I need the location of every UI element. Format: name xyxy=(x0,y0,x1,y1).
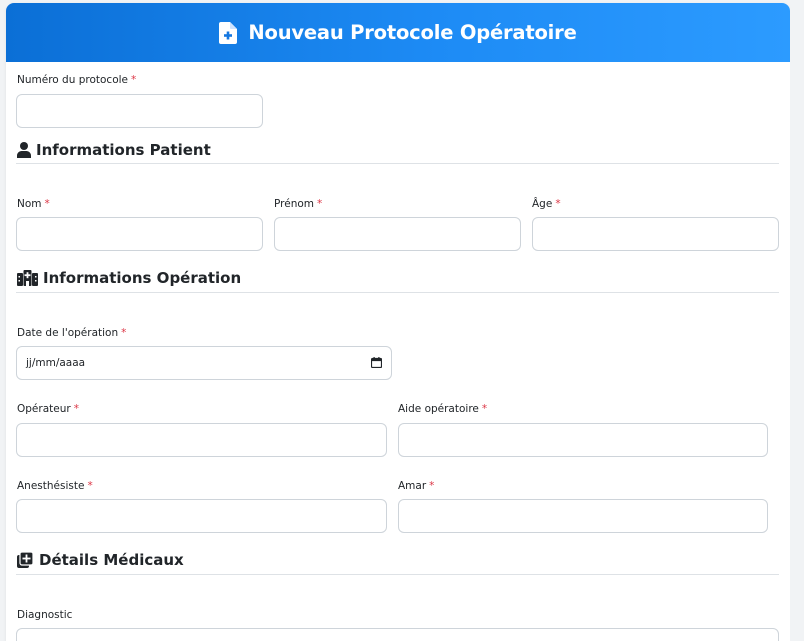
required-mark: * xyxy=(87,480,93,492)
operation-section-title: Informations Opération xyxy=(43,269,242,287)
date-placeholder: jj/mm/aaaa xyxy=(26,357,86,369)
anesthetist-label-text: Anesthésiste xyxy=(17,480,85,492)
section-divider xyxy=(16,574,779,575)
required-mark: * xyxy=(429,480,435,492)
protocol-number-label: Numéro du protocole * xyxy=(17,74,136,86)
operator-input[interactable] xyxy=(16,423,387,457)
hospital-icon xyxy=(17,270,38,286)
medical-section-title: Détails Médicaux xyxy=(39,551,184,569)
diagnostic-label: Diagnostic xyxy=(17,609,72,621)
protocol-number-input[interactable] xyxy=(16,94,263,128)
page-title: Nouveau Protocole Opératoire xyxy=(219,21,577,44)
diagnostic-input[interactable] xyxy=(16,628,779,641)
amar-label: Amar * xyxy=(398,480,434,492)
age-input[interactable] xyxy=(532,217,779,251)
operation-date-label: Date de l'opération * xyxy=(17,327,126,339)
required-mark: * xyxy=(44,198,50,210)
section-divider xyxy=(16,292,779,293)
section-divider xyxy=(16,163,779,164)
last-name-label-text: Nom xyxy=(17,198,42,210)
last-name-label: Nom * xyxy=(17,198,50,210)
operator-label: Opérateur * xyxy=(17,403,79,415)
protocol-form-card: Nouveau Protocole Opératoire Numéro du p… xyxy=(6,3,790,641)
age-label-text: Âge xyxy=(532,198,553,210)
amar-label-text: Amar xyxy=(398,480,427,492)
required-mark: * xyxy=(131,74,137,86)
patient-section-title: Informations Patient xyxy=(36,141,211,159)
required-mark: * xyxy=(317,198,323,210)
required-mark: * xyxy=(73,403,79,415)
diagnostic-label-text: Diagnostic xyxy=(17,609,73,621)
protocol-number-label-text: Numéro du protocole xyxy=(17,74,128,86)
operation-date-input[interactable]: jj/mm/aaaa xyxy=(16,346,392,380)
surgical-assistant-label: Aide opératoire * xyxy=(398,403,487,415)
operator-label-text: Opérateur xyxy=(17,403,71,415)
calendar-icon[interactable] xyxy=(371,357,382,368)
surgical-assistant-label-text: Aide opératoire xyxy=(398,403,479,415)
age-label: Âge * xyxy=(532,198,561,210)
required-mark: * xyxy=(121,327,127,339)
surgical-assistant-input[interactable] xyxy=(398,423,768,457)
amar-input[interactable] xyxy=(398,499,768,533)
notes-medical-icon xyxy=(17,552,33,568)
first-name-input[interactable] xyxy=(274,217,521,251)
required-mark: * xyxy=(481,403,488,415)
anesthetist-input[interactable] xyxy=(16,499,387,533)
operation-date-label-text: Date de l'opération xyxy=(17,327,119,339)
user-icon xyxy=(17,142,31,158)
page-title-text: Nouveau Protocole Opératoire xyxy=(248,21,577,44)
first-name-label: Prénom * xyxy=(274,198,322,210)
form-header: Nouveau Protocole Opératoire xyxy=(6,3,790,62)
last-name-input[interactable] xyxy=(16,217,263,251)
file-medical-icon xyxy=(219,21,238,44)
page-scrollbar[interactable] xyxy=(790,0,804,641)
operation-section-heading: Informations Opération xyxy=(17,269,241,287)
required-mark: * xyxy=(555,198,561,210)
anesthetist-label: Anesthésiste * xyxy=(17,480,93,492)
patient-section-heading: Informations Patient xyxy=(17,141,211,159)
medical-section-heading: Détails Médicaux xyxy=(17,551,184,569)
first-name-label-text: Prénom xyxy=(274,198,315,210)
